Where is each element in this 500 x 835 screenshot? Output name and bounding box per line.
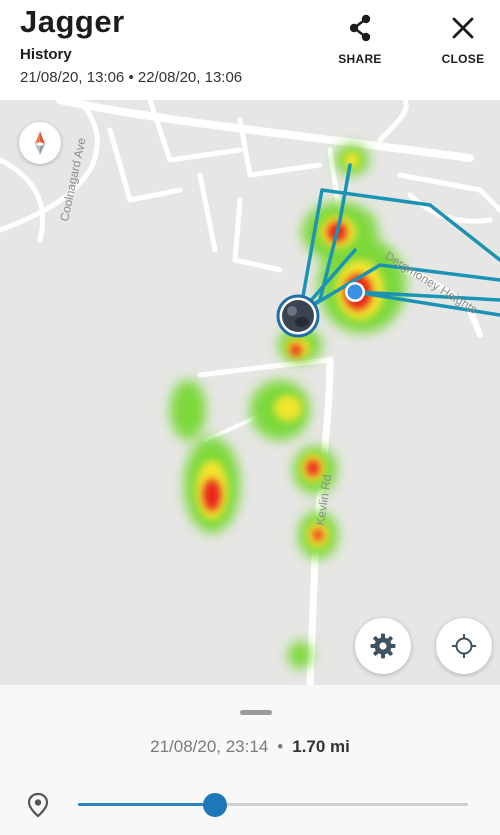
history-label: History [20,46,72,63]
current-location-dot [345,282,365,302]
map-settings-button[interactable] [355,618,411,674]
app-header: Jagger History 21/08/20, 13:06 • 22/08/2… [0,0,500,100]
close-button[interactable]: CLOSE [428,8,498,70]
position-info: 21/08/20, 23:14 • 1.70 mi [0,737,500,757]
recenter-location-button[interactable] [436,618,492,674]
share-label: SHARE [338,52,382,66]
map-canvas[interactable]: Coolnagard Ave Dergmoney Heights Kevlin … [0,100,500,685]
heatmap-layer [170,144,406,669]
sheet-drag-handle[interactable] [240,710,272,715]
info-separator: • [277,737,284,756]
date-range: 21/08/20, 13:06 • 22/08/20, 13:06 [20,69,242,86]
street-labels: Coolnagard Ave Dergmoney Heights Kevlin … [57,136,480,526]
share-icon [349,14,371,42]
timeline-slider[interactable] [78,792,468,818]
share-button[interactable]: SHARE [325,8,395,70]
history-map[interactable]: Coolnagard Ave Dergmoney Heights Kevlin … [0,100,500,685]
gear-icon [370,633,396,659]
close-icon [452,17,474,39]
location-pin-icon [27,792,49,818]
slider-fill [78,803,215,806]
close-label: CLOSE [441,52,485,66]
distance-value: 1.70 mi [292,737,350,756]
compass-icon [35,131,45,155]
date-separator: • [128,69,134,86]
crosshair-icon [452,634,476,658]
compass-button[interactable] [19,122,61,164]
date-from: 21/08/20, 13:06 [20,69,125,86]
slider-thumb[interactable] [202,793,227,817]
pet-name-title: Jagger [20,4,125,39]
date-to: 22/08/20, 13:06 [137,69,243,86]
pet-avatar-marker[interactable] [276,294,320,338]
position-timestamp: 21/08/20, 23:14 [150,737,269,756]
